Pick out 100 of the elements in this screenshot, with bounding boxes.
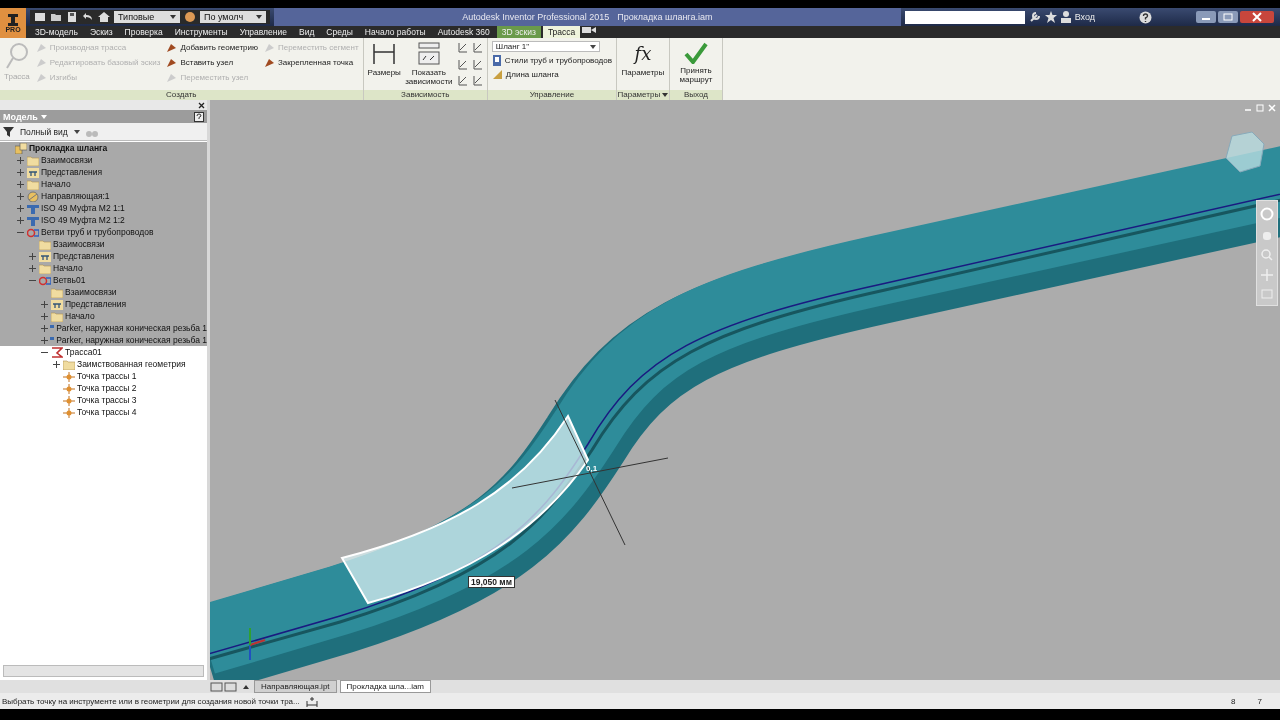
filter-icon[interactable] — [3, 126, 14, 137]
checkmark-icon — [683, 42, 708, 64]
constraint-icon[interactable] — [456, 58, 468, 70]
tree-row[interactable]: Взаимосвязи — [0, 154, 207, 166]
dimension-button[interactable]: Размеры — [367, 40, 401, 88]
expand-icon[interactable] — [41, 336, 48, 344]
tree-row[interactable]: Заимствованная геометрия — [0, 358, 207, 370]
panel-title: Зависимость — [363, 90, 487, 100]
tree-row[interactable]: Parker, наружная коническая резьба 1 — [0, 322, 207, 334]
help-icon[interactable] — [194, 111, 204, 122]
sign-in-link[interactable]: Вход — [1074, 12, 1095, 22]
tree-row[interactable]: Представления — [0, 166, 207, 178]
hose-dropdown[interactable]: Шланг 1" — [491, 41, 600, 52]
constraint-icon[interactable] — [456, 75, 468, 87]
pipe-styles-button[interactable]: Стили труб и трубопроводов — [491, 55, 612, 66]
close-icon[interactable] — [198, 101, 205, 109]
expand-icon[interactable] — [17, 156, 24, 164]
point-label: 0,1 — [586, 464, 598, 473]
color-sphere-icon[interactable] — [184, 11, 196, 23]
view-mode-dropdown[interactable]: Полный вид — [20, 126, 68, 137]
document-tab[interactable]: Прокладка шла...iam — [339, 680, 432, 693]
app-title: Autodesk Inventor Professional 2015 — [462, 12, 610, 22]
parameters-button[interactable]: fx Параметры — [620, 40, 665, 88]
accept-route-button[interactable]: Принять маршрут — [673, 40, 718, 88]
point-icon — [63, 370, 75, 382]
tree-label: Направляющая:1 — [41, 191, 110, 201]
expand-icon[interactable] — [29, 252, 36, 260]
ribbon-tab[interactable]: Autodesk 360 — [432, 26, 495, 38]
tree-row[interactable]: Parker, наружная коническая резьба 1 — [0, 334, 207, 346]
expand-icon[interactable] — [17, 204, 24, 212]
ribbon-tab[interactable]: Трасса — [542, 26, 581, 38]
tile-windows-icon[interactable] — [210, 681, 238, 692]
restore-icon[interactable] — [1218, 11, 1238, 23]
show-constraints-button[interactable]: Показать зависимости — [406, 40, 451, 88]
tree-row[interactable]: Точка трассы 4 — [0, 406, 207, 418]
ribbon-tab[interactable]: Проверка — [119, 26, 168, 38]
tree-row[interactable]: Точка трассы 2 — [0, 382, 207, 394]
constraint-icon[interactable] — [471, 42, 483, 53]
tree-row[interactable]: Взаимосвязи — [0, 286, 207, 298]
ribbon-tab[interactable]: Инструменты — [169, 26, 233, 38]
viewport[interactable]: 0,1 19,050 мм — [210, 100, 1280, 680]
tree-row[interactable]: ISO 49 Муфта М2 1:1 — [0, 202, 207, 214]
tree-row[interactable]: Ветвь01 — [0, 274, 207, 286]
new-file-icon[interactable] — [34, 12, 46, 22]
view-cube-icon[interactable] — [1222, 130, 1266, 174]
wrench-icon[interactable] — [1028, 11, 1041, 23]
open-folder-icon[interactable] — [50, 12, 62, 22]
hose-length-button[interactable]: Длина шланга — [491, 69, 612, 80]
close-icon[interactable] — [1240, 11, 1274, 23]
expand-icon[interactable] — [17, 168, 24, 176]
ribbon-tab[interactable]: 3D-модель — [30, 26, 83, 38]
tree-row[interactable]: Взаимосвязи — [0, 238, 207, 250]
tree-row[interactable]: Представления — [0, 250, 207, 262]
tree-label: Взаимосвязи — [41, 155, 93, 165]
star-icon[interactable] — [1044, 11, 1057, 23]
ribbon-tab[interactable]: Эскиз — [84, 26, 118, 38]
save-icon[interactable] — [66, 12, 78, 22]
tree-row[interactable]: ISO 49 Муфта М2 1:2 — [0, 214, 207, 226]
ribbon-tool-button[interactable]: Вставить узел — [166, 57, 258, 68]
ribbon-tool-button[interactable]: Закрепленная точка — [263, 57, 359, 68]
appearance-dropdown[interactable]: По умолч — [200, 11, 266, 23]
ribbon-tab[interactable]: Среды — [321, 26, 358, 38]
expand-icon[interactable] — [41, 300, 48, 308]
expand-icon[interactable] — [41, 312, 48, 320]
constraint-icon[interactable] — [471, 75, 483, 87]
ribbon-tab[interactable]: Вид — [293, 26, 320, 38]
tree-row[interactable]: Точка трассы 1 — [0, 370, 207, 382]
expand-icon[interactable] — [41, 324, 48, 332]
style-dropdown[interactable]: Типовые — [114, 11, 180, 23]
expand-icon[interactable] — [53, 360, 60, 368]
tree-label: Трасса01 — [65, 347, 102, 357]
tree-row[interactable]: Ветви труб и трубопроводов — [0, 226, 207, 238]
tree-row[interactable]: Трасса01 — [0, 346, 207, 358]
tree-row[interactable]: Прокладка шланга — [0, 142, 207, 154]
home-icon[interactable] — [98, 12, 110, 22]
expand-icon[interactable] — [17, 216, 24, 224]
video-camera-icon[interactable] — [582, 26, 597, 34]
scroll-bar[interactable] — [3, 665, 204, 677]
undo-icon[interactable] — [82, 12, 94, 22]
expand-icon[interactable] — [17, 180, 24, 188]
tree-row[interactable]: Точка трассы 3 — [0, 394, 207, 406]
help-icon[interactable] — [1139, 10, 1152, 24]
document-tab[interactable]: Направляющая.ipt — [254, 680, 337, 693]
ribbon-tool-button[interactable]: Добавить геометрию — [166, 42, 258, 53]
ribbon-tab[interactable]: Управление — [234, 26, 292, 38]
constraint-icon[interactable] — [456, 42, 468, 53]
constraint-icon[interactable] — [471, 58, 483, 70]
search-field[interactable] — [904, 10, 1025, 24]
expand-icon[interactable] — [29, 264, 36, 272]
status-count: 8 — [1231, 696, 1236, 706]
tree-row[interactable]: Начало — [0, 310, 207, 322]
user-icon[interactable] — [1060, 11, 1071, 23]
tree-row[interactable]: Начало — [0, 262, 207, 274]
tolerance-icon[interactable] — [305, 695, 318, 707]
tree-row[interactable]: Начало — [0, 178, 207, 190]
tree-row[interactable]: Представления — [0, 298, 207, 310]
tree-row[interactable]: Направляющая:1 — [0, 190, 207, 202]
expand-icon[interactable] — [17, 192, 24, 200]
minimize-icon[interactable] — [1196, 11, 1216, 23]
ribbon-tab[interactable]: Начало работы — [359, 26, 431, 38]
